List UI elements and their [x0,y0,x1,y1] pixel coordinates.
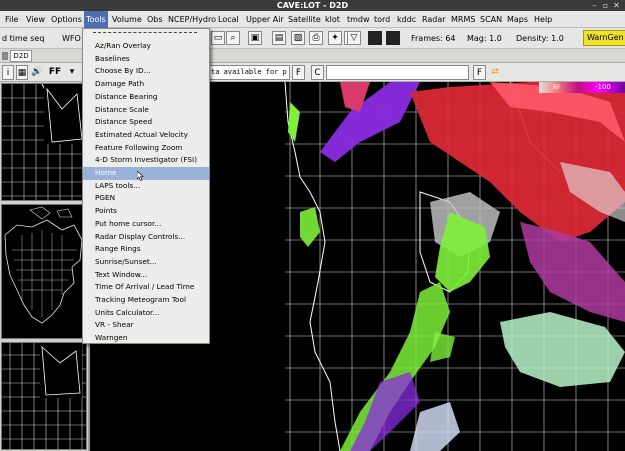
thumbnail-north-america-map[interactable] [1,204,87,339]
tools-menu-item-pgen[interactable]: PGEN [83,192,209,205]
volume-icon[interactable]: 🔊 [30,65,44,80]
f-button[interactable]: F [292,65,305,80]
menu-klot[interactable]: klot [323,11,342,28]
menu-tools[interactable]: Tools [84,11,108,28]
minimize-icon[interactable]: – [590,1,599,10]
colorbar-unit: RF [553,84,561,91]
image-icon[interactable]: ▣ [248,31,262,45]
warngen-button[interactable]: WarnGen [583,30,625,46]
tools-menu-item-laps-tools[interactable]: LAPS tools... [83,180,209,193]
menu-options[interactable]: Options [49,11,84,28]
tools-menu-item-time-of-arrival-lead-time[interactable]: Time Of Arrival / Lead Time [83,281,209,294]
menu-view[interactable]: View [24,11,47,28]
tools-menu-item-units-calculator[interactable]: Units Calculator... [83,307,209,320]
density-control[interactable]: Density: 1.0 [516,28,564,49]
thumbnail-county-map-1[interactable] [1,83,87,201]
panel-icon[interactable] [368,31,382,45]
tools-menu-item-radar-display-controls[interactable]: Radar Display Controls... [83,231,209,244]
poly-icon[interactable]: ▽ [347,31,361,45]
dropdown-arrow-icon[interactable]: ▾ [66,65,78,80]
tools-menu-item-4-d-storm-investigator-fsi[interactable]: 4-D Storm Investigator (FSI) [83,154,209,167]
menu-local[interactable]: Local [216,11,241,28]
colorbar-value: -100 [595,83,611,91]
wfo-label[interactable]: WFO [62,28,81,49]
reflectivity-colorbar [539,82,625,93]
mag-control[interactable]: Mag: 1.0 [467,28,502,49]
tools-dropdown-menu: Az/Ran Overlay Baselines Choose By ID... Da… [82,28,210,344]
menu-maps[interactable]: Maps [505,11,530,28]
menu-volume[interactable]: Volume [110,11,144,28]
window-titlebar: CAVE:LOT - D2D – ▫ ✕ [0,0,625,11]
menu-mrms[interactable]: MRMS [449,11,477,28]
tools-menu-item-baselines[interactable]: Baselines [83,53,209,66]
tools-menu-item-distance-speed[interactable]: Distance Speed [83,116,209,129]
magnifier-icon[interactable]: ⌕ [226,31,240,45]
pane-icon [2,52,8,60]
wand-icon[interactable]: ✦ [328,31,342,45]
menu-radar[interactable]: Radar [420,11,448,28]
ff-button[interactable]: FF [45,65,65,80]
search-input[interactable] [326,65,469,80]
tools-menu-item-vr-shear[interactable]: VR - Shear [83,319,209,332]
panel2-icon[interactable] [386,31,400,45]
close-icon[interactable]: ✕ [612,1,621,10]
c-button[interactable]: C [311,65,324,80]
tools-menu-item-sunrise-sunset[interactable]: Sunrise/Sunset... [83,256,209,269]
save-icon[interactable]: ▭ [211,31,225,45]
maximize-icon[interactable]: ▫ [601,1,610,10]
tools-menu-item-points[interactable]: Points [83,205,209,218]
menu-kddc[interactable]: kddc [395,11,418,28]
brush-icon[interactable]: ▤ [272,31,286,45]
tools-menu-item-text-window[interactable]: Text Window... [83,269,209,282]
tools-menu-item-az-ran-overlay[interactable]: Az/Ran Overlay [83,40,209,53]
tools-menu-item-warngen[interactable]: Warngen [83,332,209,345]
time-seq-label[interactable]: d time seq [2,28,44,49]
print-icon[interactable]: ⎙ [309,31,323,45]
tools-menu-item-tracking-meteogram-tool[interactable]: Tracking Meteogram Tool [83,294,209,307]
mouse-cursor-icon [137,171,144,181]
tools-menu-item-estimated-actual-velocity[interactable]: Estimated Actual Velocity [83,129,209,142]
window-title: CAVE:LOT - D2D [276,1,349,10]
menu-file[interactable]: File [3,11,20,28]
menu-tmdw[interactable]: tmdw [345,11,372,28]
tools-menu-item-home[interactable]: Home [83,167,209,180]
f-button-2[interactable]: F [473,65,486,80]
tools-menu-item-choose-by-id[interactable]: Choose By ID... [83,65,209,78]
thumbnail-panel [0,82,90,451]
tools-menu-item-damage-path[interactable]: Damage Path [83,78,209,91]
tab-d2d[interactable]: D2D [10,50,32,62]
menu-tord[interactable]: tord [372,11,392,28]
tools-menu-item-put-home-cursor[interactable]: Put home cursor... [83,218,209,231]
grid-icon[interactable]: ▦ [16,65,28,80]
menu-satellite[interactable]: Satellite [286,11,323,28]
menu-scan[interactable]: SCAN [478,11,504,28]
menu-upper-air[interactable]: Upper Air [244,11,286,28]
thumbnail-county-map-2[interactable] [1,342,87,450]
info-icon[interactable]: i [2,65,14,80]
message-field: ta available for p [208,65,290,80]
radar-echoes [288,82,625,451]
tools-menu-item-distance-bearing[interactable]: Distance Bearing [83,91,209,104]
menu-help[interactable]: Help [532,11,554,28]
swap-icon[interactable]: ⇄ [489,65,501,80]
menu-obs[interactable]: Obs [145,11,165,28]
tools-menu-item-range-rings[interactable]: Range Rings [83,243,209,256]
paint-icon[interactable]: ▧ [291,31,305,45]
tools-menu-item-feature-following-zoom[interactable]: Feature Following Zoom [83,142,209,155]
frames-control[interactable]: Frames: 64 [411,28,456,49]
menu-ncep-hydro[interactable]: NCEP/Hydro [166,11,218,28]
tools-menu-item-distance-scale[interactable]: Distance Scale [83,104,209,117]
menubar: File View Options Tools Volume Obs NCEP/… [0,11,625,28]
menu-tearoff-separator[interactable] [93,32,197,33]
